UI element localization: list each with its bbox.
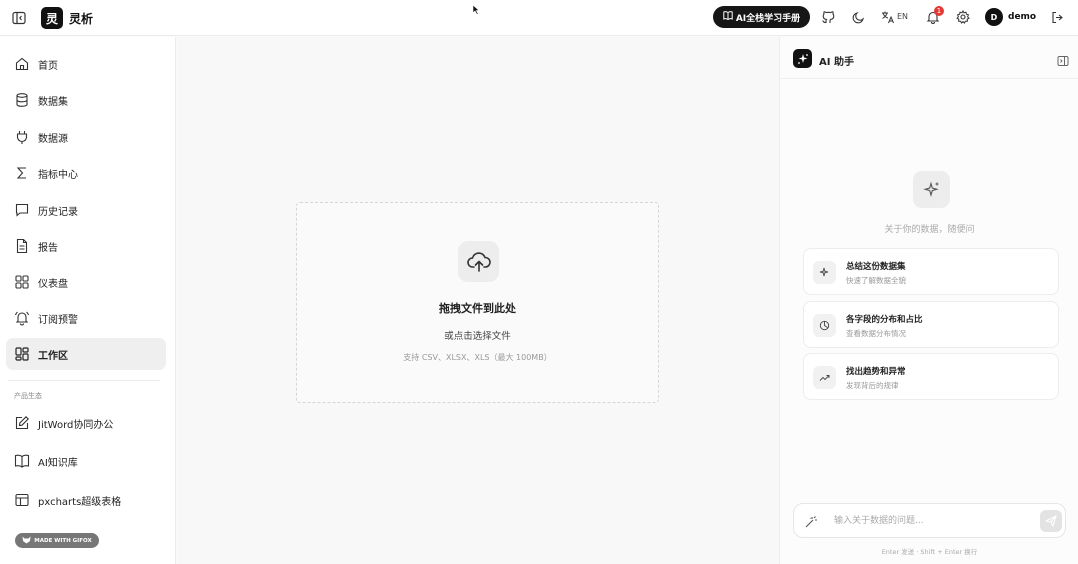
sparkle-icon	[813, 261, 836, 284]
guide-label: AI全栈学习手册	[735, 13, 801, 24]
sidebar-item-label: JitWord协同办公	[38, 420, 114, 431]
plug-icon	[14, 129, 30, 145]
language-label[interactable]: EN	[897, 12, 908, 21]
magic-wand-icon[interactable]	[804, 514, 818, 528]
sidebar-item-jitword[interactable]: JitWord协同办公	[6, 407, 166, 439]
select-file-link[interactable]: 或点击选择文件	[297, 328, 658, 342]
avatar[interactable]: D	[985, 8, 1003, 26]
collapse-panel-icon[interactable]	[1057, 52, 1069, 66]
suggestion-card[interactable]: 总结这份数据集 快速了解数据全貌	[803, 248, 1059, 295]
top-bar: 灵 灵析 AI全栈学习手册 EN 1 D demo	[0, 0, 1078, 36]
suggestion-subtitle: 查看数据分布情况	[846, 329, 906, 338]
brand-name: 灵析	[69, 12, 94, 26]
translate-icon[interactable]	[880, 9, 896, 25]
document-icon	[14, 238, 30, 254]
suggestion-title: 找出趋势和异常	[846, 367, 906, 377]
sidebar-item-datasources[interactable]: 数据源	[6, 121, 166, 153]
dropzone-title: 拖拽文件到此处	[439, 302, 516, 315]
sidebar-item-label: 报告	[38, 243, 58, 254]
sidebar-item-label: AI知识库	[38, 458, 78, 469]
sidebar-item-knowledge-base[interactable]: AI知识库	[6, 445, 166, 477]
sidebar-item-label: 订阅预警	[38, 315, 78, 326]
sidebar: 首页 数据集 数据源 指标中心 历史记录 报告 仪表盘 订阅预警 工作区 产品生…	[0, 37, 176, 564]
sidebar-item-alerts[interactable]: 订阅预警	[6, 302, 166, 334]
assistant-header: AI 助手	[780, 37, 1078, 79]
gifox-badge: MADE WITH GIFOX	[15, 533, 99, 548]
upload-icon	[458, 241, 499, 282]
assistant-tagline: 关于你的数据，随便问	[884, 225, 975, 235]
database-icon	[14, 92, 30, 108]
gifox-label: MADE WITH GIFOX	[34, 537, 92, 544]
book-open-icon	[14, 453, 30, 469]
workspace-icon	[14, 346, 30, 362]
sidebar-item-history[interactable]: 历史记录	[6, 194, 166, 226]
fox-icon	[22, 536, 31, 546]
section-label: 产品生态	[14, 392, 42, 400]
chat-icon	[14, 202, 30, 218]
mouse-cursor-icon	[472, 0, 480, 15]
brand-logo[interactable]: 灵	[41, 7, 63, 29]
sidebar-toggle-icon[interactable]	[11, 10, 27, 26]
table-icon	[14, 492, 30, 508]
suggestion-subtitle: 快速了解数据全貌	[846, 276, 906, 285]
sidebar-item-label: 历史记录	[38, 207, 78, 218]
sidebar-item-label: 首页	[38, 61, 58, 72]
suggestion-title: 总结这份数据集	[846, 262, 906, 272]
sidebar-item-label: pxcharts超级表格	[38, 497, 122, 508]
user-name[interactable]: demo	[1008, 12, 1036, 22]
notification-badge: 1	[934, 6, 944, 16]
home-icon	[14, 56, 30, 72]
gear-icon[interactable]	[955, 9, 971, 25]
chat-input-box	[793, 503, 1066, 538]
assistant-title: AI 助手	[819, 57, 854, 68]
logout-icon[interactable]	[1049, 9, 1065, 25]
book-icon	[723, 11, 733, 23]
sidebar-item-label: 指标中心	[38, 170, 78, 181]
suggestion-subtitle: 发现背后的规律	[846, 381, 899, 390]
sigma-icon	[14, 165, 30, 181]
github-icon[interactable]	[820, 9, 836, 25]
sidebar-item-dashboard[interactable]: 仪表盘	[6, 266, 166, 298]
suggestion-card[interactable]: 各字段的分布和占比 查看数据分布情况	[803, 301, 1059, 348]
bell-alert-icon	[14, 310, 30, 326]
send-icon	[1045, 515, 1057, 527]
dashboard-icon	[14, 274, 30, 290]
sidebar-item-metrics[interactable]: 指标中心	[6, 157, 166, 189]
sparkle-icon	[913, 171, 950, 208]
moon-icon[interactable]	[850, 9, 866, 25]
sidebar-item-label: 数据集	[38, 97, 68, 108]
trend-icon	[813, 366, 836, 389]
main-content: 拖拽文件到此处 或点击选择文件 支持 CSV、XLSX、XLS（最大 100MB…	[177, 37, 779, 564]
sidebar-item-datasets[interactable]: 数据集	[6, 84, 166, 116]
suggestion-card[interactable]: 找出趋势和异常 发现背后的规律	[803, 353, 1059, 400]
suggestion-title: 各字段的分布和占比	[846, 315, 923, 325]
sidebar-item-workspace[interactable]: 工作区	[6, 338, 166, 370]
sidebar-item-home[interactable]: 首页	[6, 48, 166, 80]
edit-icon	[14, 415, 30, 431]
chat-input[interactable]	[834, 512, 1024, 530]
pie-chart-icon	[813, 314, 836, 337]
file-dropzone[interactable]: 拖拽文件到此处 或点击选择文件 支持 CSV、XLSX、XLS（最大 100MB…	[296, 202, 659, 403]
sidebar-item-label: 仪表盘	[38, 279, 68, 290]
dropzone-hint: 支持 CSV、XLSX、XLS（最大 100MB）	[403, 353, 552, 362]
learning-guide-button[interactable]: AI全栈学习手册	[713, 6, 810, 28]
sidebar-item-label: 数据源	[38, 134, 68, 145]
input-hint: Enter 发送 · Shift + Enter 换行	[881, 548, 978, 556]
sidebar-item-reports[interactable]: 报告	[6, 230, 166, 262]
send-button[interactable]	[1040, 510, 1062, 532]
sidebar-item-label: 工作区	[38, 351, 68, 362]
assistant-logo-icon	[793, 49, 812, 68]
sidebar-divider	[8, 380, 160, 381]
sidebar-item-pxcharts[interactable]: pxcharts超级表格	[6, 484, 166, 516]
ai-assistant-panel: AI 助手 关于你的数据，随便问 总结这份数据集 快速了解数据全貌 各字段的分布…	[779, 37, 1078, 564]
